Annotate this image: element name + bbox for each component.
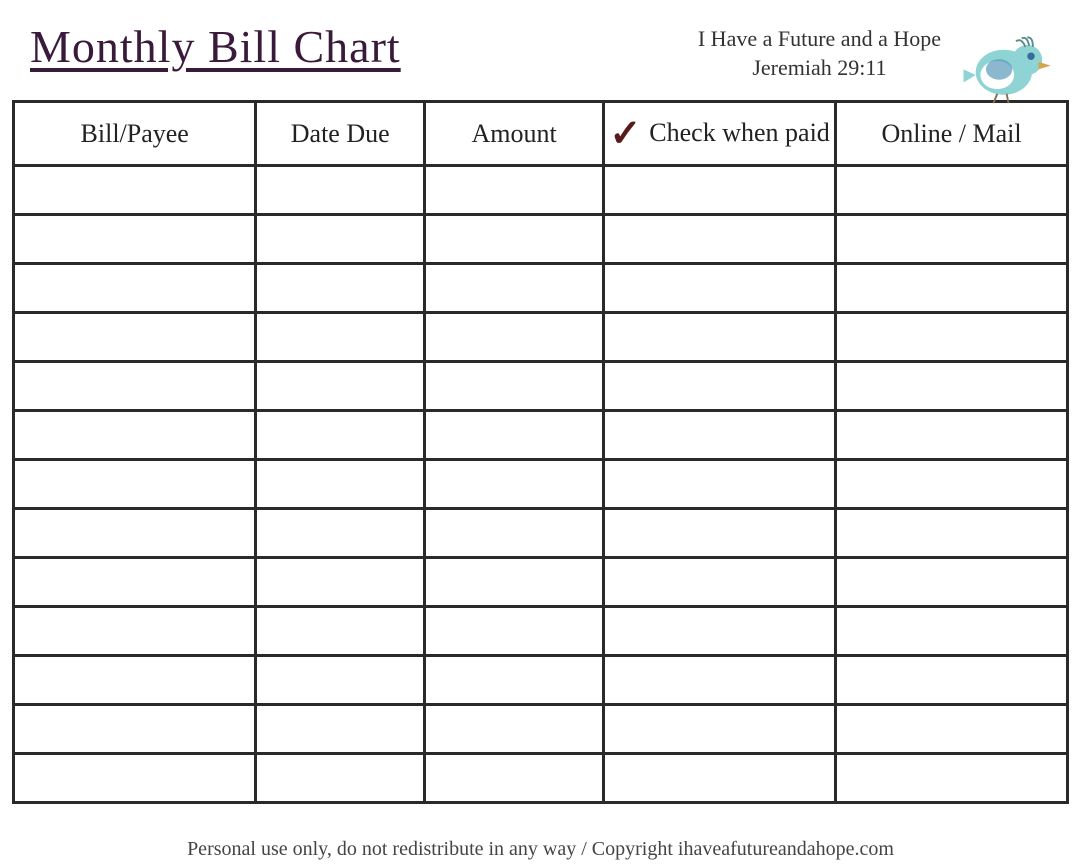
table-row: [14, 166, 1068, 215]
table-cell: [604, 264, 836, 313]
table-cell: [256, 362, 425, 411]
table-cell: [256, 411, 425, 460]
table-cell: [604, 509, 836, 558]
col-header-date: Date Due: [256, 102, 425, 166]
table-cell: [14, 509, 256, 558]
table-cell: [836, 411, 1068, 460]
table-cell: [14, 264, 256, 313]
checkmark-icon: ✓: [609, 115, 641, 153]
table-cell: [256, 607, 425, 656]
table-row: [14, 607, 1068, 656]
table-cell: [256, 754, 425, 803]
table-row: [14, 509, 1068, 558]
table-cell: [836, 460, 1068, 509]
col-header-bill: Bill/Payee: [14, 102, 256, 166]
footer-text: Personal use only, do not redistribute i…: [0, 838, 1081, 861]
bill-table: Bill/Payee Date Due Amount ✓ Check when …: [12, 100, 1069, 804]
table-cell: [425, 411, 604, 460]
table-cell: [604, 215, 836, 264]
table-cell: [604, 607, 836, 656]
table-row: [14, 754, 1068, 803]
table-cell: [836, 166, 1068, 215]
table-container: Bill/Payee Date Due Amount ✓ Check when …: [0, 100, 1081, 804]
table-row: [14, 362, 1068, 411]
table-cell: [256, 166, 425, 215]
table-cell: [256, 460, 425, 509]
table-cell: [14, 754, 256, 803]
table-cell: [14, 460, 256, 509]
table-cell: [604, 166, 836, 215]
table-cell: [425, 362, 604, 411]
col-header-check: ✓ Check when paid: [604, 102, 836, 166]
table-cell: [14, 705, 256, 754]
table-cell: [425, 558, 604, 607]
table-cell: [425, 313, 604, 362]
table-cell: [604, 558, 836, 607]
table-cell: [256, 264, 425, 313]
quote-line-2: Jeremiah 29:11: [698, 54, 941, 83]
table-cell: [256, 558, 425, 607]
bird-icon: [961, 30, 1056, 105]
table-cell: [256, 509, 425, 558]
table-cell: [836, 754, 1068, 803]
table-cell: [256, 705, 425, 754]
col-header-online: Online / Mail: [836, 102, 1068, 166]
header: Monthly Bill Chart I Have a Future and a…: [0, 0, 1081, 100]
table-cell: [14, 166, 256, 215]
table-cell: [14, 411, 256, 460]
table-cell: [14, 607, 256, 656]
table-cell: [836, 509, 1068, 558]
table-row: [14, 215, 1068, 264]
table-cell: [256, 313, 425, 362]
table-cell: [425, 264, 604, 313]
col-header-amount: Amount: [425, 102, 604, 166]
table-row: [14, 705, 1068, 754]
table-cell: [836, 607, 1068, 656]
table-cell: [604, 362, 836, 411]
quote-block: I Have a Future and a Hope Jeremiah 29:1…: [698, 25, 941, 82]
table-row: [14, 313, 1068, 362]
table-cell: [14, 313, 256, 362]
table-row: [14, 656, 1068, 705]
table-row: [14, 411, 1068, 460]
table-cell: [256, 215, 425, 264]
table-cell: [604, 460, 836, 509]
check-label: Check when paid: [649, 119, 830, 148]
table-cell: [14, 215, 256, 264]
table-cell: [836, 264, 1068, 313]
header-row: Bill/Payee Date Due Amount ✓ Check when …: [14, 102, 1068, 166]
table-cell: [604, 411, 836, 460]
table-cell: [836, 313, 1068, 362]
table-cell: [836, 215, 1068, 264]
table-cell: [14, 656, 256, 705]
table-cell: [14, 362, 256, 411]
table-cell: [604, 754, 836, 803]
table-cell: [14, 558, 256, 607]
table-cell: [425, 460, 604, 509]
table-cell: [604, 656, 836, 705]
table-cell: [604, 705, 836, 754]
table-cell: [425, 166, 604, 215]
table-row: [14, 460, 1068, 509]
table-cell: [425, 754, 604, 803]
table-cell: [425, 215, 604, 264]
table-cell: [425, 656, 604, 705]
table-row: [14, 558, 1068, 607]
table-cell: [425, 607, 604, 656]
table-cell: [604, 313, 836, 362]
table-cell: [425, 509, 604, 558]
table-cell: [836, 656, 1068, 705]
table-row: [14, 264, 1068, 313]
table-cell: [836, 705, 1068, 754]
table-cell: [836, 362, 1068, 411]
quote-line-1: I Have a Future and a Hope: [698, 25, 941, 54]
table-cell: [836, 558, 1068, 607]
table-cell: [256, 656, 425, 705]
table-cell: [425, 705, 604, 754]
